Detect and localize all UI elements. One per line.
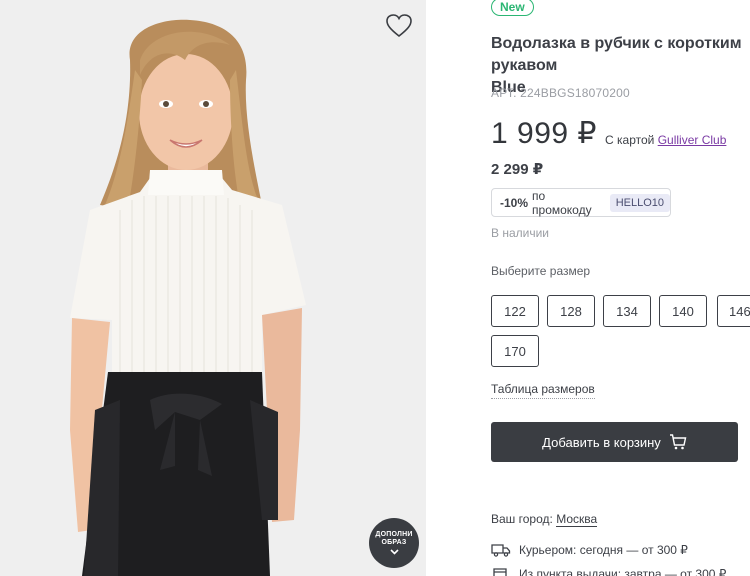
club-link[interactable]: Gulliver Club xyxy=(658,133,727,147)
model-image xyxy=(70,19,306,576)
product-info: New Водолазка в рубчик с коротким рукаво… xyxy=(491,0,750,576)
size-option[interactable]: 170 xyxy=(491,335,539,367)
size-table-link[interactable]: Таблица размеров xyxy=(491,382,595,399)
chevron-down-icon xyxy=(389,549,399,555)
cart-icon xyxy=(669,434,687,450)
promo-discount: -10% xyxy=(500,195,529,210)
size-option[interactable]: 146 xyxy=(717,295,750,327)
delivery-pickup-text: Из пункта выдачи: завтра — от 300 ₽ xyxy=(519,567,727,576)
product-article: АРТ. 224BBGS18070200 xyxy=(491,86,630,100)
city-selector: Ваш город: Москва xyxy=(491,512,598,527)
add-to-cart-label: Добавить в корзину xyxy=(542,434,661,450)
promo-code[interactable]: HELLO10 xyxy=(609,193,670,212)
size-option[interactable]: 122 xyxy=(491,295,539,327)
heart-icon[interactable] xyxy=(385,13,413,39)
product-photo[interactable]: ДОПОЛНИ ОБРАЗ xyxy=(0,0,426,576)
box-icon xyxy=(493,568,507,576)
size-option[interactable]: 140 xyxy=(659,295,707,327)
complete-look-button[interactable]: ДОПОЛНИ ОБРАЗ xyxy=(369,518,419,568)
complete-look-label-2: ОБРАЗ xyxy=(381,539,407,546)
promo-block: -10% по промокоду HELLO10 xyxy=(491,188,671,217)
promo-text: по промокоду xyxy=(532,188,592,217)
club-prefix: С картой xyxy=(605,133,655,147)
city-prefix: Ваш город: xyxy=(491,512,553,526)
size-option[interactable]: 134 xyxy=(603,295,651,327)
size-option[interactable]: 128 xyxy=(547,295,595,327)
add-to-cart-button[interactable]: Добавить в корзину xyxy=(491,422,738,462)
stock-status: В наличии xyxy=(491,226,550,240)
delivery-courier-text: Курьером: сегодня — от 300 ₽ xyxy=(519,543,688,557)
delivery-courier: Курьером: сегодня — от 300 ₽ xyxy=(491,543,688,557)
size-label: Выберите размер xyxy=(491,264,591,278)
complete-look-label-1: ДОПОЛНИ xyxy=(375,531,413,538)
new-badge: New xyxy=(491,0,534,16)
delivery-pickup: Из пункта выдачи: завтра — от 300 ₽ xyxy=(491,567,726,576)
city-link[interactable]: Москва xyxy=(556,512,598,527)
truck-icon xyxy=(491,544,511,557)
club-price-note: С картой Gulliver Club xyxy=(605,133,726,147)
old-price: 2 299 ₽ xyxy=(491,161,544,178)
product-price: 1 999 ₽ xyxy=(491,117,597,150)
